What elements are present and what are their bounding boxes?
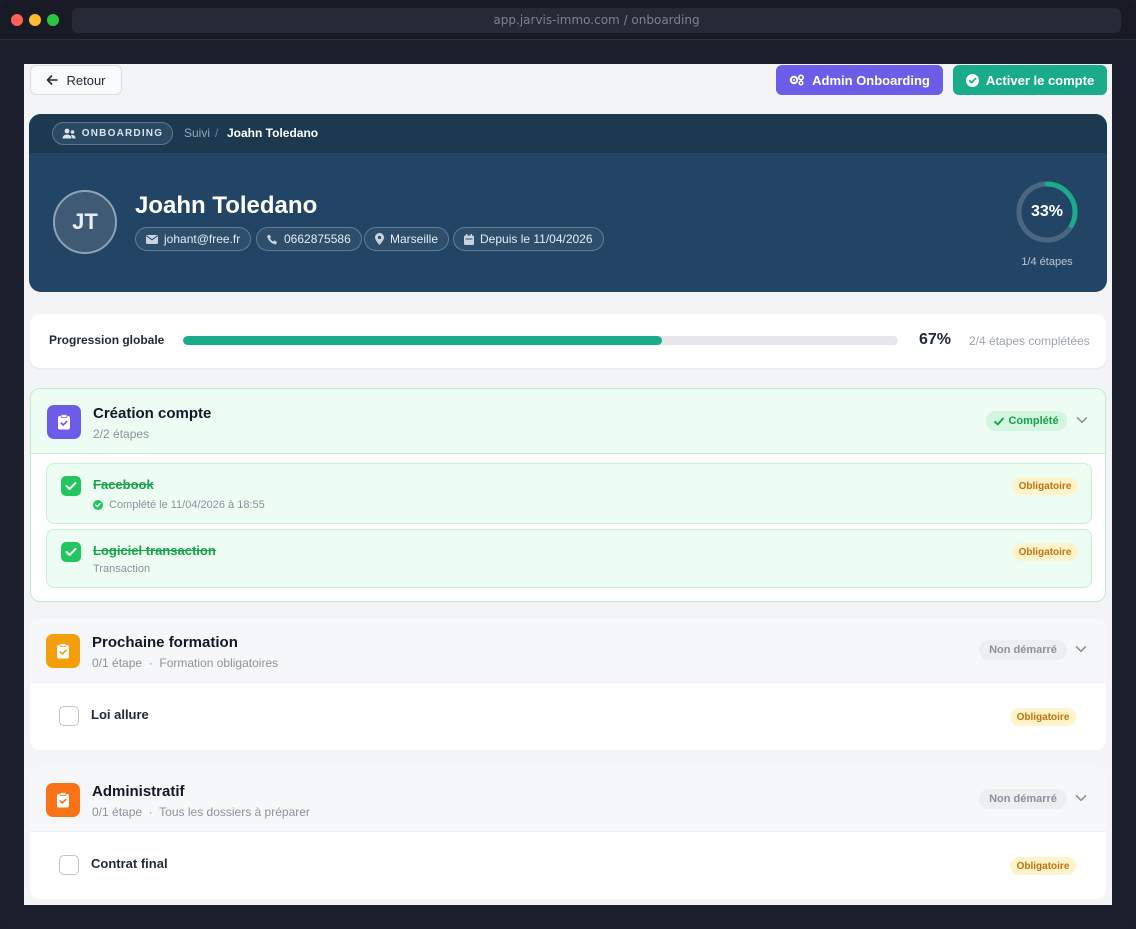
section-title: Administratif bbox=[92, 783, 185, 800]
clipboard-check-icon bbox=[46, 783, 80, 817]
ring-percent-label: 33% bbox=[1030, 203, 1064, 220]
check-circle-icon bbox=[93, 500, 103, 510]
title-bar: app.jarvis-immo.com / onboarding bbox=[0, 0, 1136, 40]
required-badge: Obligatoire bbox=[1012, 477, 1078, 495]
task-title: Facebook bbox=[93, 477, 154, 492]
task-item[interactable]: Facebook Complété le 11/04/2026 à 18:55 … bbox=[46, 463, 1092, 524]
global-progress-card: Progression globale 67% 2/4 étapes compl… bbox=[30, 314, 1106, 368]
section-step-count: 0/1 étape bbox=[92, 805, 143, 819]
back-button-label: Retour bbox=[66, 72, 106, 88]
section-prochaine-formation: Prochaine formation 0/1 étape · Formatio… bbox=[30, 618, 1106, 750]
admin-onboarding-label: Admin Onboarding bbox=[812, 72, 930, 88]
required-badge: Obligatoire bbox=[1010, 857, 1076, 875]
global-progress-fill bbox=[183, 336, 663, 345]
status-badge-label: Complété bbox=[1008, 415, 1059, 427]
task-checkbox[interactable] bbox=[61, 476, 81, 496]
users-icon bbox=[62, 128, 76, 139]
section-subtitle: 2/2 étapes bbox=[93, 427, 150, 441]
section-title: Création compte bbox=[93, 405, 212, 422]
profile-hero: ONBOARDING Suivi / Joahn Toledano JT Joa… bbox=[29, 114, 1107, 292]
section-description: Formation obligatoires bbox=[159, 656, 279, 670]
required-badge: Obligatoire bbox=[1012, 543, 1078, 561]
email-text: johant@free.fr bbox=[164, 232, 241, 246]
status-badge: Complété bbox=[986, 411, 1067, 431]
maximize-window-button[interactable] bbox=[47, 14, 59, 26]
back-button[interactable]: Retour bbox=[30, 65, 122, 95]
breadcrumb-suivi-link[interactable]: Suivi bbox=[184, 126, 210, 140]
global-progress-bar bbox=[183, 336, 898, 345]
ring-steps-label: 1/4 étapes bbox=[1021, 256, 1073, 268]
section-header[interactable]: Administratif 0/1 étape · Tous les dossi… bbox=[30, 767, 1106, 832]
clipboard-check-icon bbox=[46, 634, 80, 668]
task-item[interactable]: Loi allure Obligatoire bbox=[45, 696, 1091, 738]
chevron-down-icon[interactable] bbox=[1074, 791, 1088, 805]
check-icon bbox=[65, 482, 77, 490]
check-icon bbox=[994, 417, 1005, 425]
email-chip: johant@free.fr bbox=[135, 227, 252, 251]
section-title: Prochaine formation bbox=[92, 634, 238, 651]
clipboard-check-icon bbox=[47, 405, 81, 439]
status-badge-label: Non démarré bbox=[989, 793, 1057, 805]
global-progress-percent: 67% bbox=[919, 331, 952, 348]
task-item[interactable]: Contrat final Obligatoire bbox=[45, 845, 1091, 887]
phone-chip: 0662875586 bbox=[256, 227, 362, 251]
breadcrumb-separator: / bbox=[215, 126, 219, 140]
city-chip: Marseille bbox=[364, 227, 450, 251]
map-pin-icon bbox=[375, 233, 384, 245]
section-description: Tous les dossiers à préparer bbox=[159, 805, 310, 819]
browser-window: app.jarvis-immo.com / onboarding Retour … bbox=[0, 0, 1136, 929]
close-window-button[interactable] bbox=[11, 14, 23, 26]
section-step-count: 0/1 étape bbox=[92, 656, 143, 670]
task-checkbox[interactable] bbox=[59, 706, 79, 726]
activate-account-label: Activer le compte bbox=[985, 72, 1095, 88]
hero-breadcrumb-bar: ONBOARDING Suivi / Joahn Toledano bbox=[29, 114, 1107, 153]
envelope-icon bbox=[146, 234, 158, 244]
chevron-down-icon[interactable] bbox=[1074, 642, 1088, 656]
city-text: Marseille bbox=[390, 232, 439, 246]
arrow-left-icon bbox=[47, 75, 59, 85]
calendar-icon bbox=[464, 233, 474, 245]
page-viewport: Retour Admin Onboarding Activer le compt… bbox=[24, 64, 1112, 905]
avatar: JT bbox=[53, 190, 117, 254]
breadcrumb-current: Joahn Toledano bbox=[227, 126, 319, 140]
task-subtitle: Transaction bbox=[93, 563, 151, 575]
task-checkbox[interactable] bbox=[61, 542, 81, 562]
check-circle-icon bbox=[965, 73, 979, 87]
section-subtitle: 0/1 étape · Tous les dossiers à préparer bbox=[92, 805, 310, 819]
required-badge: Obligatoire bbox=[1010, 708, 1076, 726]
admin-onboarding-button[interactable]: Admin Onboarding bbox=[776, 65, 943, 95]
gears-icon bbox=[789, 74, 805, 86]
check-icon bbox=[65, 548, 77, 556]
section-subtitle: 0/1 étape · Formation obligatoires bbox=[92, 656, 279, 670]
phone-icon bbox=[267, 234, 277, 244]
activate-account-button[interactable]: Activer le compte bbox=[953, 65, 1107, 95]
task-completed-note: Complété le 11/04/2026 à 18:55 bbox=[93, 499, 265, 511]
global-progress-label: Progression globale bbox=[49, 333, 165, 347]
status-badge-label: Non démarré bbox=[989, 644, 1057, 656]
task-title: Logiciel transaction bbox=[93, 543, 216, 558]
profile-name: Joahn Toledano bbox=[135, 192, 318, 219]
chevron-down-icon[interactable] bbox=[1075, 413, 1089, 427]
since-text: Depuis le 11/04/2026 bbox=[480, 232, 593, 246]
minimize-window-button[interactable] bbox=[29, 14, 41, 26]
section-creation-compte: Création compte 2/2 étapes Complété Face… bbox=[30, 388, 1106, 602]
onboarding-badge: ONBOARDING bbox=[52, 122, 173, 145]
task-subtitle: Complété le 11/04/2026 à 18:55 bbox=[109, 499, 265, 511]
onboarding-badge-label: ONBOARDING bbox=[81, 128, 164, 139]
global-progress-summary: 2/4 étapes complétées bbox=[969, 334, 1090, 348]
task-item[interactable]: Logiciel transaction Transaction Obligat… bbox=[46, 529, 1092, 588]
phone-text: 0662875586 bbox=[284, 232, 351, 246]
status-badge: Non démarré bbox=[979, 640, 1067, 660]
task-title: Loi allure bbox=[91, 707, 149, 722]
since-chip: Depuis le 11/04/2026 bbox=[453, 227, 604, 251]
task-title: Contrat final bbox=[91, 856, 168, 871]
address-bar[interactable]: app.jarvis-immo.com / onboarding bbox=[72, 8, 1121, 33]
section-header[interactable]: Prochaine formation 0/1 étape · Formatio… bbox=[30, 618, 1106, 683]
section-header[interactable]: Création compte 2/2 étapes Complété bbox=[31, 389, 1105, 454]
section-administratif: Administratif 0/1 étape · Tous les dossi… bbox=[30, 767, 1106, 899]
task-checkbox[interactable] bbox=[59, 855, 79, 875]
status-badge: Non démarré bbox=[979, 789, 1067, 809]
